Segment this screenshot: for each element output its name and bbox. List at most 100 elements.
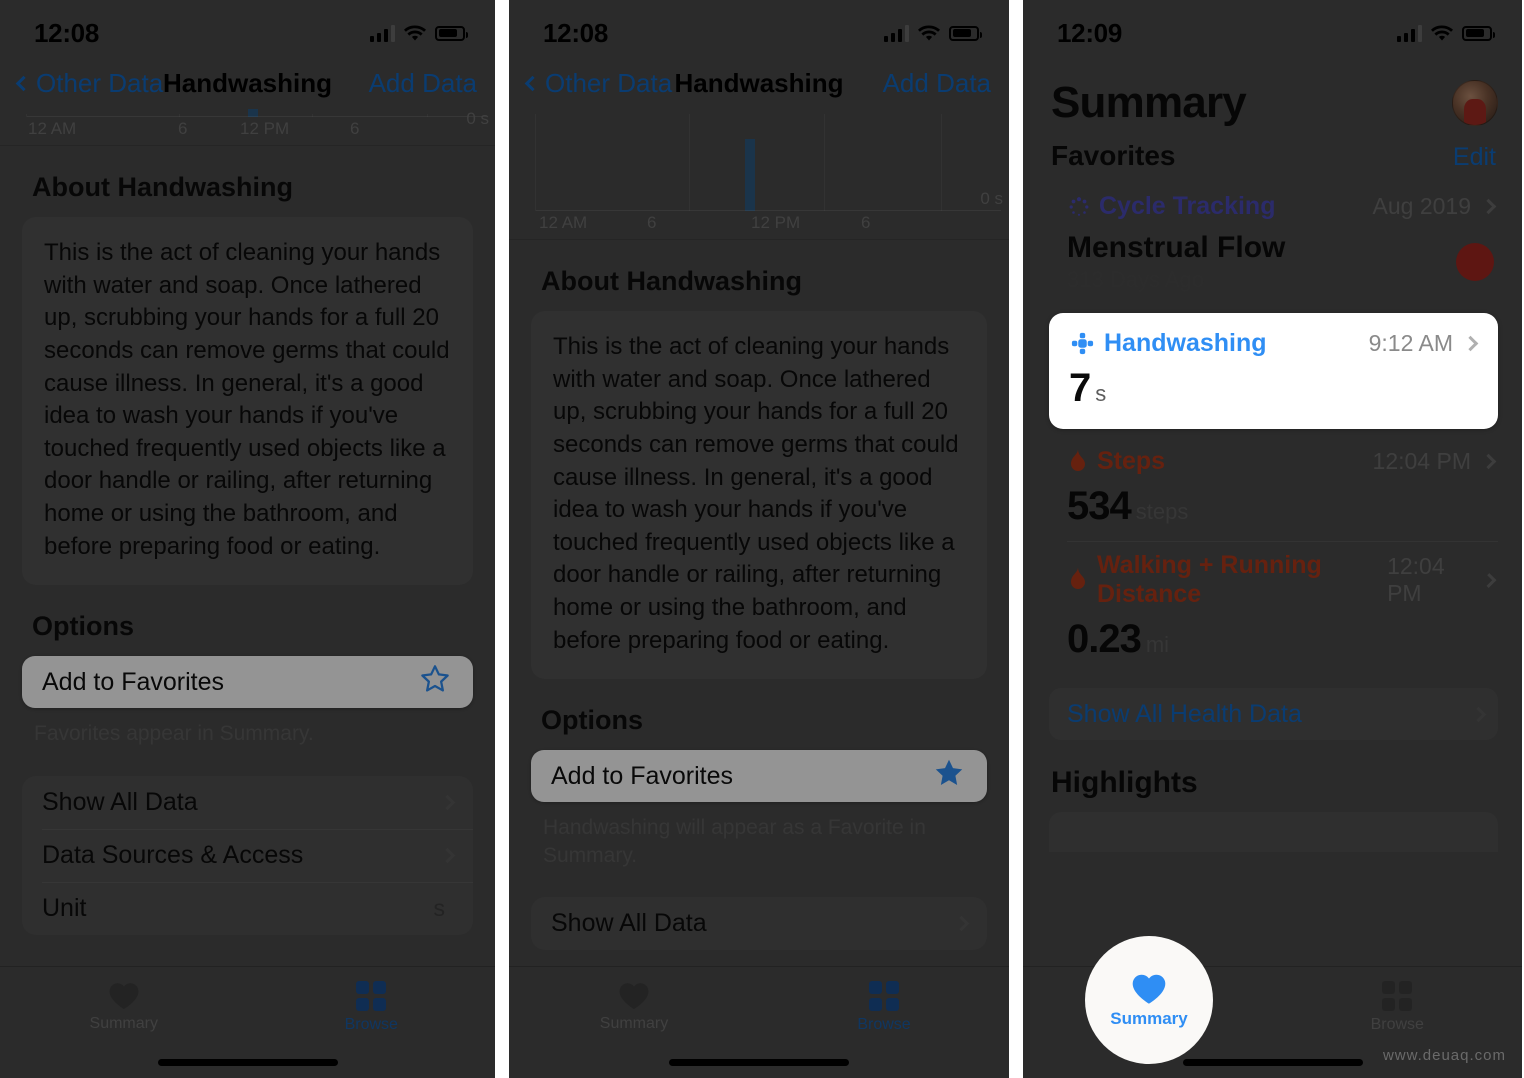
favorite-steps[interactable]: Steps 12:04 PM 534 steps	[1049, 437, 1498, 541]
favorite-unit: s	[1095, 381, 1107, 406]
add-to-favorites-button[interactable]: Add to Favorites	[22, 656, 473, 709]
handwashing-icon	[1069, 330, 1096, 357]
favorite-cycle-tracking[interactable]: Cycle Tracking Aug 2019 Menstrual Flow 3…	[1049, 182, 1498, 305]
star-outline-icon[interactable]	[419, 664, 451, 700]
chart-xtick-2: 12 PM	[240, 119, 290, 138]
grid-icon	[1382, 981, 1413, 1011]
status-time: 12:08	[34, 17, 99, 48]
chart-xtick-1: 6	[178, 119, 188, 138]
show-all-health-data-button[interactable]: Show All Health Data	[1049, 688, 1498, 740]
favorite-unit: mi	[1145, 632, 1170, 657]
wifi-icon	[918, 24, 940, 42]
wifi-icon	[1431, 24, 1453, 42]
cellular-bars-icon	[1396, 24, 1422, 42]
grid-icon	[869, 981, 899, 1011]
favorite-value: 0.23	[1067, 617, 1142, 661]
favorite-name: Handwashing	[1104, 329, 1267, 357]
favorite-unit: steps	[1135, 499, 1189, 524]
status-time: 12:09	[1057, 17, 1122, 48]
chevron-right-icon	[953, 915, 970, 932]
phone-panel-3: 12:09 Summary Favorites Edit Cycle Track…	[1023, 0, 1522, 1078]
highlights-card-placeholder	[1049, 812, 1498, 852]
chart-ylabel: 0 s	[466, 109, 489, 128]
options-list: Show All Data Data Sources & Access Unit…	[22, 775, 473, 935]
favorite-value: 534	[1067, 484, 1132, 528]
chevron-right-icon	[1481, 572, 1497, 588]
row-label: Unit	[42, 893, 87, 922]
back-button[interactable]: Other Data	[524, 68, 672, 99]
home-indicator	[669, 1059, 849, 1066]
summary-header: Summary	[1023, 56, 1522, 128]
add-data-button[interactable]: Add Data	[883, 68, 991, 99]
chart-bar	[745, 139, 756, 211]
chevron-right-icon	[439, 847, 456, 863]
cycle-tracking-icon	[1067, 195, 1091, 219]
battery-icon	[1462, 25, 1495, 41]
status-time: 12:08	[543, 17, 608, 48]
heart-icon	[109, 983, 139, 1009]
flame-icon	[1067, 448, 1089, 475]
row-data-sources[interactable]: Data Sources & Access	[22, 828, 473, 882]
highlights-heading: Highlights	[1051, 766, 1198, 799]
grid-icon	[356, 981, 387, 1011]
chart-xtick-3: 6	[350, 119, 360, 138]
favorite-name: Cycle Tracking	[1099, 192, 1276, 220]
tab-summary-label: Summary	[599, 1015, 669, 1032]
status-bar: 12:08	[509, 0, 1009, 56]
summary-tab-spotlight[interactable]: Summary	[1085, 936, 1213, 1064]
row-label: Show All Data	[42, 787, 198, 816]
favorite-subdetail: 313 Days Ago	[1067, 267, 1204, 292]
edit-button[interactable]: Edit	[1453, 143, 1496, 172]
status-icons	[1396, 24, 1495, 42]
chevron-right-icon	[1480, 453, 1497, 470]
chart-xtick-3: 6	[861, 213, 871, 232]
favorites-note: Favorites appear in Summary.	[34, 722, 314, 746]
favorite-time: 12:04 PM	[1387, 553, 1445, 606]
tab-browse-label: Browse	[857, 1016, 911, 1033]
add-data-button[interactable]: Add Data	[369, 68, 477, 99]
back-button[interactable]: Other Data	[15, 67, 164, 99]
wifi-icon	[404, 24, 426, 42]
home-indicator	[157, 1059, 338, 1066]
add-to-favorites-label: Add to Favorites	[551, 761, 734, 790]
options-heading: Options	[541, 705, 643, 736]
favorite-handwashing-card[interactable]: Handwashing 9:12 AM 7 s	[1049, 313, 1498, 429]
back-label: Other Data	[36, 67, 164, 98]
heart-icon	[619, 983, 649, 1009]
row-value: s	[433, 894, 446, 921]
screenshot-stage: 12:08 Other Data Handwashing Add Data 12…	[0, 0, 1524, 1078]
about-card: This is the act of cleaning your hands w…	[531, 311, 987, 680]
favorite-time: Aug 2019	[1372, 193, 1471, 219]
cellular-bars-icon	[883, 24, 909, 42]
flame-icon	[1067, 567, 1089, 593]
chart-ylabel: 0 s	[980, 189, 1003, 208]
favorites-list: Cycle Tracking Aug 2019 Menstrual Flow 3…	[1049, 182, 1498, 305]
battery-icon	[435, 25, 468, 41]
phone-panel-1: 12:08 Other Data Handwashing Add Data 12…	[0, 0, 495, 1078]
tab-browse-label: Browse	[1370, 1016, 1424, 1033]
favorites-note: Handwashing will appear as a Favorite in…	[543, 816, 926, 867]
row-unit[interactable]: Unit s	[22, 881, 473, 935]
panel-1-content: About Handwashing This is the act of cle…	[0, 172, 495, 935]
handwashing-chart[interactable]: 12 AM 6 12 PM 6 0 s	[0, 109, 495, 146]
spotlight-summary-label: Summary	[1110, 1008, 1188, 1028]
about-body: This is the act of cleaning your hands w…	[553, 333, 959, 654]
avatar[interactable]	[1452, 80, 1498, 126]
chart-xtick-1: 6	[647, 213, 657, 232]
handwashing-chart[interactable]: 12 AM 6 12 PM 6 0 s	[509, 110, 1009, 240]
phone-panel-2: 12:08 Other Data Handwashing Add Data 12…	[509, 0, 1009, 1078]
cellular-bars-icon	[369, 24, 395, 42]
status-icons	[369, 24, 468, 42]
nav-bar: Other Data Handwashing Add Data	[0, 56, 495, 110]
add-to-favorites-button[interactable]: Add to Favorites	[531, 750, 987, 803]
star-filled-icon[interactable]	[933, 758, 965, 794]
favorite-walking-running-distance[interactable]: Walking + Running Distance 12:04 PM 0.23…	[1049, 541, 1498, 674]
about-body: This is the act of cleaning your hands w…	[44, 239, 450, 560]
status-bar: 12:09	[1023, 0, 1522, 56]
row-show-all-data[interactable]: Show All Data	[531, 897, 987, 950]
watermark: www.deuaq.com	[1382, 1047, 1506, 1064]
row-show-all-data[interactable]: Show All Data	[22, 776, 473, 829]
nav-bar: Other Data Handwashing Add Data	[509, 56, 1009, 110]
favorites-header: Favorites Edit	[1023, 128, 1522, 172]
favorites-list-2: Steps 12:04 PM 534 steps Walking + Runni…	[1049, 437, 1498, 674]
